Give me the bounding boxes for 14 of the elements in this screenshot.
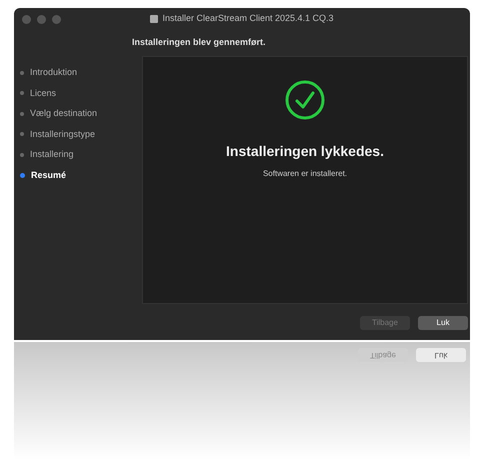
sidebar-item: Resumé	[31, 168, 66, 182]
sidebar-item: Introduktion	[30, 66, 78, 79]
window-title: Installer ClearStream Client 2025.4.1 CQ.3	[162, 12, 334, 26]
sidebar-item: Licens	[30, 86, 56, 100]
success-subtitle: Softwaren er installeret.	[262, 168, 348, 180]
checkmark-circle-icon	[284, 79, 326, 121]
sidebar-item: Vælg destination	[30, 107, 98, 120]
sidebar-item: Installering	[30, 148, 74, 161]
page-heading: Installeringen blev gennemført.	[132, 36, 266, 50]
package-icon	[150, 15, 158, 23]
reflected-button: Tilbage	[358, 348, 408, 362]
success-title: Installeringen lykkedes.	[226, 142, 384, 161]
sidebar-item: Installeringstype	[30, 128, 96, 141]
footer-button[interactable]: Luk	[418, 316, 468, 330]
